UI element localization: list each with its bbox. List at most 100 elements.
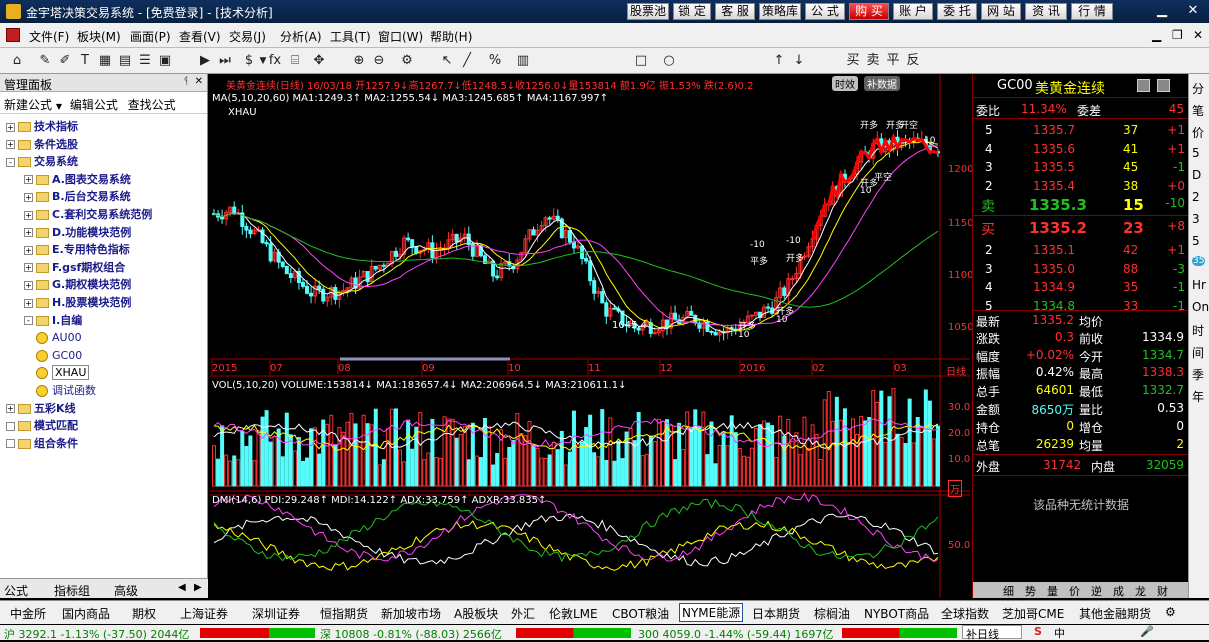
collapse-icon[interactable]: - [6,157,15,167]
expand-icon[interactable]: + [24,280,33,290]
side-button[interactable]: 3 [1192,212,1200,226]
quote-tab[interactable]: 成 [1113,583,1124,599]
market-tab[interactable]: NYBOT商品 [864,605,929,622]
arrow-down-icon[interactable]: ↓ [790,52,808,70]
new-formula-button[interactable]: 新建公式 [4,98,52,112]
fast-forward-icon[interactable]: ⏭ [216,52,234,70]
scroll-left-icon[interactable]: ◀ [178,582,186,593]
mdi-restore-icon[interactable]: ❐ [1172,28,1183,42]
function-icon[interactable]: ⌸ [286,52,304,70]
strategy-button[interactable]: 策略库 [759,3,801,20]
market-tab[interactable]: 上海证券 [180,605,228,622]
sell-mark-icon[interactable]: 卖 [864,52,882,70]
tag-timeliness[interactable]: 时效 [832,76,858,91]
side-button[interactable]: On [1192,300,1209,314]
side-button[interactable]: Hr [1192,278,1206,292]
minimize-icon[interactable]: ▁ [1153,3,1171,19]
side-button[interactable]: 季 [1192,366,1204,383]
menu-view[interactable]: 查看(V) [179,28,221,45]
market-tab[interactable]: 日本期货 [752,605,800,622]
quote-tab[interactable]: 细 [1003,583,1014,599]
market-tab[interactable]: 外汇 [511,605,535,622]
menu-screen[interactable]: 画面(P) [130,28,171,45]
zoom-in-icon[interactable]: ⊕ [350,52,368,70]
arrow-up-icon[interactable]: ↑ [770,52,788,70]
candlestick-chart[interactable] [210,74,970,598]
quote-tab[interactable]: 财 [1157,583,1168,599]
chart-area[interactable]: 美黄金连续(日线) 16/03/18 开1257.9↓高1267.7↓低1248… [210,74,973,598]
quote-tab[interactable]: 量 [1047,583,1058,599]
expand-icon[interactable]: + [24,192,33,202]
play-icon[interactable]: ▶ [196,52,214,70]
tab-indicator-group[interactable]: 指标组 [54,582,90,599]
tree-item[interactable]: + E.专用特色指标 [24,241,130,258]
bars-icon[interactable]: ▥ [514,52,532,70]
pencil-icon[interactable]: ✐ [56,52,74,70]
expand-icon[interactable]: + [6,404,15,414]
circle-icon[interactable]: ○ [660,52,678,70]
gear-icon[interactable]: ⚙ [398,52,416,70]
side-button[interactable]: 价 [1192,124,1204,141]
tree-item[interactable]: + 条件选股 [6,136,78,153]
expand-icon[interactable]: + [6,122,15,132]
text-icon[interactable]: T [76,52,94,70]
market-tab[interactable]: 伦敦LME [549,605,598,622]
market-tab[interactable]: 深圳证券 [252,605,300,622]
tree-item[interactable]: + H.股票模块范例 [24,294,131,311]
tree-item[interactable]: + B.后台交易系统 [24,188,131,205]
menu-trade[interactable]: 交易(J) [229,28,266,45]
website-button[interactable]: 网 站 [981,3,1021,20]
lock-button[interactable]: 锁 定 [673,3,711,20]
order-button[interactable]: 委 托 [937,3,977,20]
tree-item[interactable]: + A.图表交易系统 [24,171,131,188]
expand-icon[interactable]: + [24,298,33,308]
panel-close-icon[interactable]: ✕ [195,76,203,87]
expand-icon[interactable]: + [24,263,33,273]
find-formula-button[interactable]: 查找公式 [128,98,176,112]
close-icon[interactable]: ✕ [1184,3,1202,19]
formula-icon[interactable]: fx [266,52,284,70]
tree-item[interactable]: + G.期权模块范例 [24,276,131,293]
layout-icon[interactable]: ▦ [96,52,114,70]
flat-mark-icon[interactable]: 平 [884,52,902,70]
side-button[interactable]: D [1192,168,1201,182]
tree-item[interactable]: GC00 [36,347,82,364]
buy-mark-icon[interactable]: 买 [844,52,862,70]
tree-item[interactable]: - 交易系统 [6,153,78,170]
ime-icon[interactable]: 中 [1054,625,1065,641]
stock-pool-button[interactable]: 股票池 [627,3,669,20]
tree-item[interactable]: - I.自编 [24,312,82,329]
mdi-minimize-icon[interactable]: ▁ [1152,28,1161,42]
expand-icon[interactable] [6,421,15,431]
tab-advanced[interactable]: 高级 [114,582,138,599]
formula-button[interactable]: 公 式 [805,3,845,20]
quote-icon-1[interactable] [1137,79,1150,92]
mic-icon[interactable]: 🎤 [1140,625,1154,638]
tree-item[interactable]: XHAU [36,364,90,381]
edit-formula-button[interactable]: 编辑公式 [70,98,118,112]
sogou-icon[interactable]: S [1034,625,1042,638]
side-button[interactable]: 5 [1192,234,1200,248]
tree-item[interactable]: 调试函数 [36,382,96,399]
tree-item[interactable]: + F.gsf期权组合 [24,259,125,276]
move-icon[interactable]: ✥ [310,52,328,70]
window-icon[interactable]: ▣ [156,52,174,70]
quote-tab[interactable]: 价 [1069,583,1080,599]
menu-window[interactable]: 窗口(W) [378,28,423,45]
line-icon[interactable]: ╱ [458,52,476,70]
chevron-down-icon[interactable]: ▼ [56,102,62,111]
collapse-icon[interactable]: - [24,316,33,326]
market-tab[interactable]: 芝加哥CME [1002,605,1064,622]
market-tab[interactable]: NYME能源 [679,603,744,622]
side-button[interactable]: 笔 [1192,102,1204,119]
side-button[interactable]: 2 [1192,190,1200,204]
tree-item[interactable]: + C.套利交易系统范例 [24,206,152,223]
pen-icon[interactable]: ✎ [36,52,54,70]
zoom-out-icon[interactable]: ⊖ [370,52,388,70]
expand-icon[interactable]: + [6,140,15,150]
tab-formula[interactable]: 公式 [4,582,28,599]
tree-item[interactable]: + 技术指标 [6,118,78,135]
market-tab[interactable]: 新加坡市场 [381,605,441,622]
menu-tools[interactable]: 工具(T) [330,28,371,45]
market-tab[interactable]: 全球指数 [941,605,989,622]
